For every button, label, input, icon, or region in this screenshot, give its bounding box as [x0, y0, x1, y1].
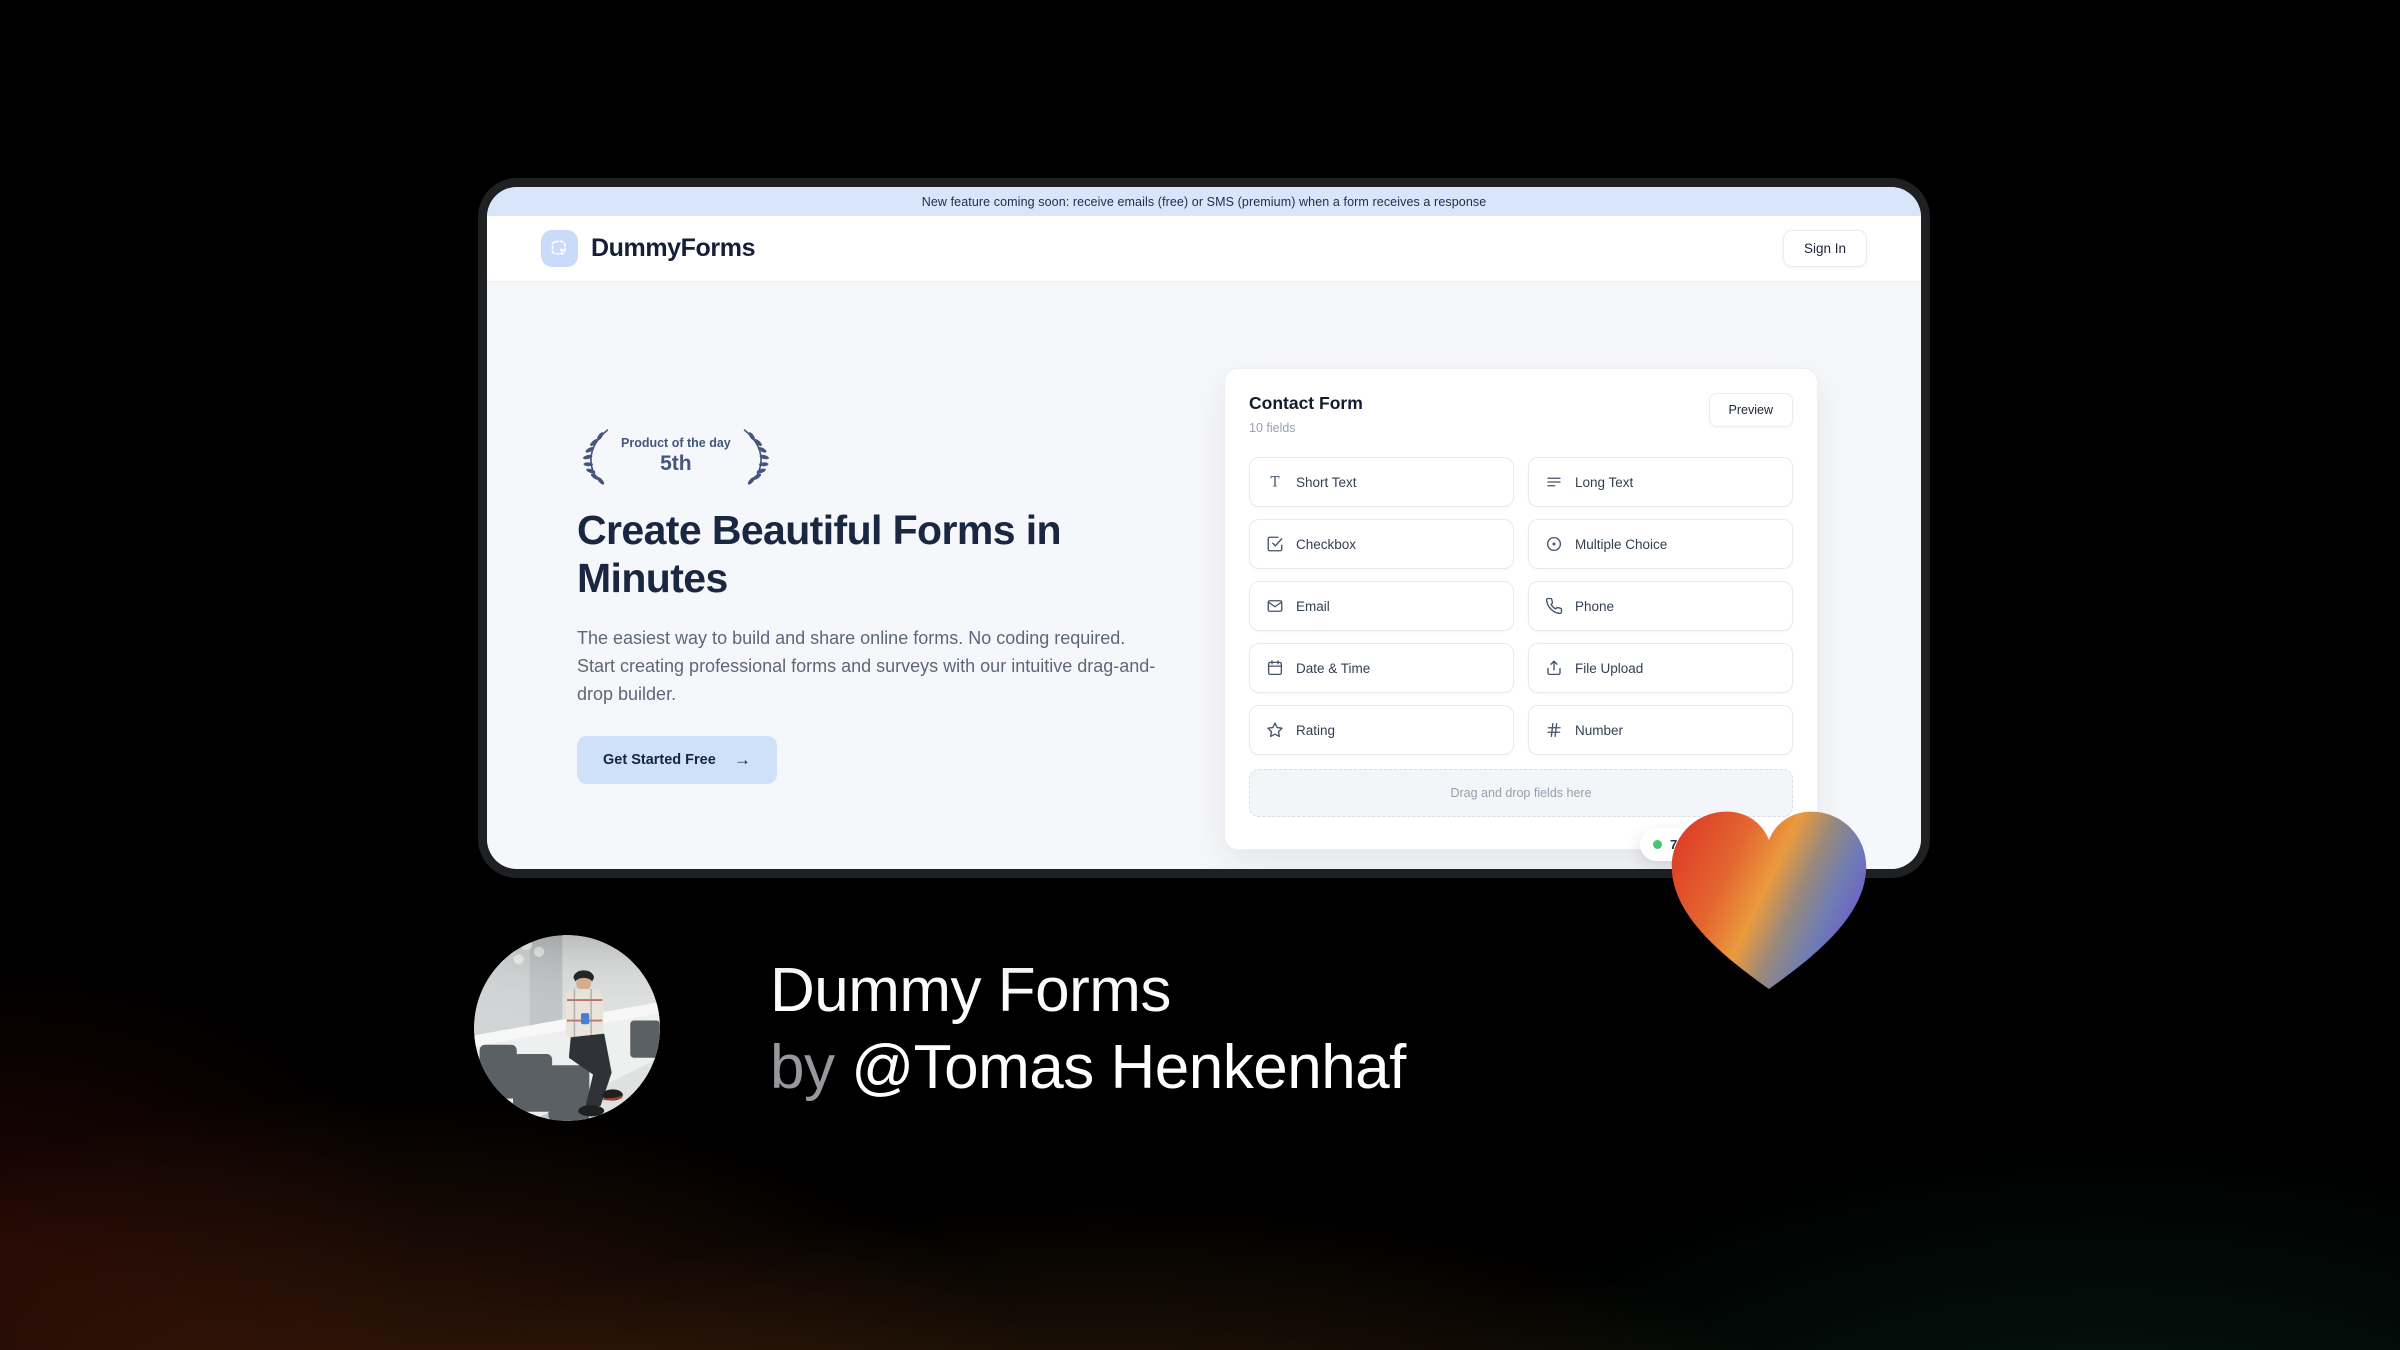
field-type-file-upload[interactable]: File Upload: [1528, 643, 1793, 693]
field-type-number[interactable]: Number: [1528, 705, 1793, 755]
browser-window: New feature coming soon: receive emails …: [487, 187, 1921, 869]
field-type-label: Email: [1296, 598, 1330, 614]
field-type-label: Date & Time: [1296, 660, 1371, 676]
field-type-multiple-choice[interactable]: Multiple Choice: [1528, 519, 1793, 569]
site-header: DummyForms Sign In: [487, 216, 1921, 282]
field-type-email[interactable]: Email: [1249, 581, 1514, 631]
heart-logo-icon: [1671, 811, 1867, 990]
brand-home-link[interactable]: DummyForms: [541, 230, 755, 267]
hero-description: The easiest way to build and share onlin…: [577, 628, 1156, 705]
field-type-label: Long Text: [1575, 474, 1634, 490]
field-type-label: Checkbox: [1296, 536, 1357, 552]
form-builder-card: Contact Form 10 fields Preview T Short Te…: [1224, 368, 1818, 850]
announcement-banner: New feature coming soon: receive emails …: [487, 187, 1921, 216]
calendar-icon: [1266, 659, 1284, 677]
field-type-label: Number: [1575, 722, 1624, 738]
arrow-right-icon: →: [733, 750, 751, 770]
field-type-rating[interactable]: Rating: [1249, 705, 1514, 755]
upload-icon: [1545, 659, 1563, 677]
badge-line1: Product of the day: [621, 436, 731, 451]
sign-in-button[interactable]: Sign In: [1782, 230, 1867, 267]
dummyforms-logo-icon: [541, 230, 578, 267]
laurel-right-icon: [743, 429, 769, 485]
credit-byline: by @Tomas Henkenhaf: [770, 1029, 1406, 1106]
byline-handle: @Tomas Henkenhaf: [851, 1033, 1406, 1102]
field-type-label: File Upload: [1575, 660, 1644, 676]
announcement-text: New feature coming soon: receive emails …: [921, 194, 1487, 209]
landing-body: Product of the day 5th Create Beautiful …: [487, 282, 1921, 869]
form-field-count: 10 fields: [1249, 421, 1296, 435]
hash-icon: [1545, 721, 1563, 739]
maker-avatar: [474, 935, 660, 1121]
field-type-label: Rating: [1296, 722, 1336, 738]
svg-text:T: T: [1270, 475, 1279, 491]
product-of-the-day-badge: Product of the day 5th: [577, 427, 1217, 485]
badge-line2: 5th: [660, 451, 692, 475]
field-type-grid: T Short Text Long Text Checkbox Multiple Cho…: [1249, 457, 1793, 755]
dropzone-text: Drag and drop fields here: [1450, 786, 1592, 800]
field-type-phone[interactable]: Phone: [1528, 581, 1793, 631]
lines-icon: [1545, 473, 1563, 491]
green-dot-icon: [1653, 840, 1662, 849]
credit-title: Dummy Forms: [770, 956, 1171, 1025]
field-type-checkbox[interactable]: Checkbox: [1249, 519, 1514, 569]
star-icon: [1266, 721, 1284, 739]
text-icon: T: [1266, 473, 1284, 491]
form-card-header: Contact Form 10 fields Preview: [1249, 393, 1793, 435]
checkbox-icon: [1266, 535, 1284, 553]
radio-icon: [1545, 535, 1563, 553]
field-type-label: Multiple Choice: [1575, 536, 1668, 552]
preview-button[interactable]: Preview: [1708, 393, 1793, 427]
laurel-left-icon: [583, 429, 609, 485]
field-type-label: Phone: [1575, 598, 1615, 614]
get-started-label: Get Started Free: [603, 752, 716, 769]
field-type-date-time[interactable]: Date & Time: [1249, 643, 1514, 693]
credit-text: Dummy Forms by @Tomas Henkenhaf: [770, 952, 1406, 1106]
envelope-icon: [1266, 597, 1284, 615]
phone-icon: [1545, 597, 1563, 615]
byline-prefix: by: [770, 1033, 852, 1102]
hero-section: Product of the day 5th Create Beautiful …: [577, 427, 1217, 785]
field-type-label: Short Text: [1296, 474, 1357, 490]
brand-name: DummyForms: [591, 234, 756, 262]
field-type-short-text[interactable]: T Short Text: [1249, 457, 1514, 507]
get-started-button[interactable]: Get Started Free →: [577, 736, 777, 785]
field-type-long-text[interactable]: Long Text: [1528, 457, 1793, 507]
hero-title: Create Beautiful Forms in Minutes: [577, 507, 1062, 601]
form-title: Contact Form: [1249, 393, 1363, 413]
